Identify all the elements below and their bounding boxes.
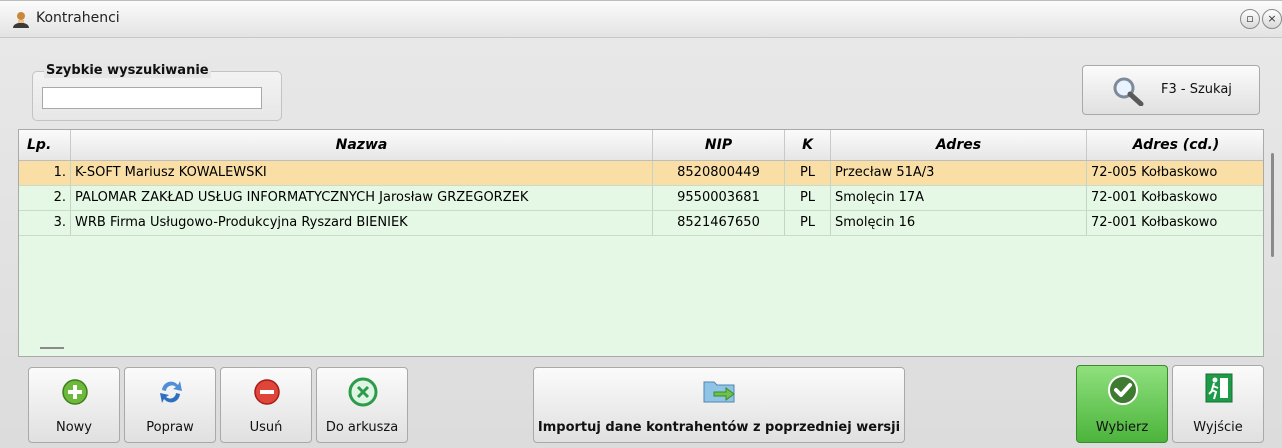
column-header-k[interactable]: K bbox=[785, 130, 831, 160]
column-header-nazwa[interactable]: Nazwa bbox=[71, 130, 653, 160]
horizontal-scrollbar[interactable] bbox=[40, 347, 64, 349]
add-icon bbox=[61, 378, 89, 410]
title-bar: Kontrahenci ▫ × bbox=[0, 1, 1282, 38]
checkmark-icon bbox=[1107, 374, 1139, 410]
table-row[interactable]: 1. K-SOFT Mariusz KOWALEWSKI 8520800449 … bbox=[19, 161, 1263, 186]
edit-button[interactable]: Popraw bbox=[124, 367, 216, 443]
magnifier-icon bbox=[1111, 76, 1145, 110]
cell-adres: Smolęcin 17A bbox=[831, 186, 1087, 210]
cell-adres-cd: 72-001 Kołbaskowo bbox=[1091, 215, 1218, 230]
select-button[interactable]: Wybierz bbox=[1076, 365, 1168, 443]
quick-search-input[interactable] bbox=[42, 87, 262, 109]
new-button-label: Nowy bbox=[55, 420, 92, 435]
close-icon[interactable]: × bbox=[1262, 9, 1282, 29]
user-icon bbox=[12, 11, 30, 29]
table-row[interactable]: 2. PALOMAR ZAKŁAD USŁUG INFORMATYCZNYCH … bbox=[19, 186, 1263, 211]
import-previous-version-button[interactable]: Importuj dane kontrahentów z poprzedniej… bbox=[533, 367, 905, 443]
excel-icon bbox=[348, 377, 378, 411]
quick-search-label: Szybkie wyszukiwanie bbox=[44, 63, 211, 78]
search-button-label: F3 - Szukaj bbox=[1161, 82, 1232, 97]
cell-nip: 8520800449 bbox=[653, 161, 785, 185]
cell-lp: 2. bbox=[19, 186, 71, 210]
exit-button-label: Wyjście bbox=[1193, 420, 1243, 435]
column-header-adres[interactable]: Adres bbox=[831, 130, 1087, 160]
new-button[interactable]: Nowy bbox=[28, 367, 120, 443]
cell-nazwa: PALOMAR ZAKŁAD USŁUG INFORMATYCZNYCH Jar… bbox=[71, 186, 653, 210]
delete-icon bbox=[253, 378, 281, 410]
import-folder-icon bbox=[702, 376, 738, 410]
contractors-window: Kontrahenci ▫ × Szybkie wyszukiwanie F3 … bbox=[0, 0, 1282, 448]
cell-adres-cd: 72-005 Kołbaskowo bbox=[1091, 165, 1218, 180]
cell-nip: 8521467650 bbox=[653, 211, 785, 235]
column-header-lp[interactable]: Lp. bbox=[19, 130, 71, 160]
cell-lp: 3. bbox=[19, 211, 71, 235]
cell-k: PL bbox=[785, 211, 831, 235]
cell-nazwa: WRB Firma Usługowo-Produkcyjna Ryszard B… bbox=[71, 211, 653, 235]
table-header: Lp. Nazwa NIP K Adres Adres (cd.) bbox=[19, 130, 1263, 161]
cell-nazwa: K-SOFT Mariusz KOWALEWSKI bbox=[71, 161, 653, 185]
refresh-icon bbox=[156, 378, 186, 410]
search-button[interactable]: F3 - Szukaj bbox=[1082, 65, 1260, 115]
restore-icon[interactable]: ▫ bbox=[1240, 9, 1260, 29]
export-button-label: Do arkusza bbox=[325, 420, 399, 435]
exit-icon bbox=[1204, 372, 1234, 408]
edit-button-label: Popraw bbox=[146, 420, 194, 435]
vertical-scrollbar[interactable] bbox=[1271, 153, 1274, 257]
delete-button-label: Usuń bbox=[249, 420, 283, 435]
exit-button[interactable]: Wyjście bbox=[1172, 365, 1264, 443]
select-button-label: Wybierz bbox=[1095, 420, 1149, 435]
column-header-nip[interactable]: NIP bbox=[653, 130, 785, 160]
delete-button[interactable]: Usuń bbox=[220, 367, 312, 443]
column-header-adres-cd[interactable]: Adres (cd.) bbox=[1087, 130, 1263, 160]
cell-adres-cd: 72-001 Kołbaskowo bbox=[1091, 190, 1218, 205]
cell-nip: 9550003681 bbox=[653, 186, 785, 210]
table-row[interactable]: 3. WRB Firma Usługowo-Produkcyjna Ryszar… bbox=[19, 211, 1263, 236]
cell-adres: Smolęcin 16 bbox=[831, 211, 1087, 235]
contractors-table: Lp. Nazwa NIP K Adres Adres (cd.) 1. K-S… bbox=[18, 129, 1264, 357]
import-button-label: Importuj dane kontrahentów z poprzedniej… bbox=[537, 420, 901, 435]
window-title: Kontrahenci bbox=[36, 10, 120, 26]
cell-adres: Przecław 51A/3 bbox=[831, 161, 1087, 185]
cell-lp: 1. bbox=[19, 161, 71, 185]
cell-k: PL bbox=[785, 161, 831, 185]
cell-k: PL bbox=[785, 186, 831, 210]
export-to-sheet-button[interactable]: Do arkusza bbox=[316, 367, 408, 443]
